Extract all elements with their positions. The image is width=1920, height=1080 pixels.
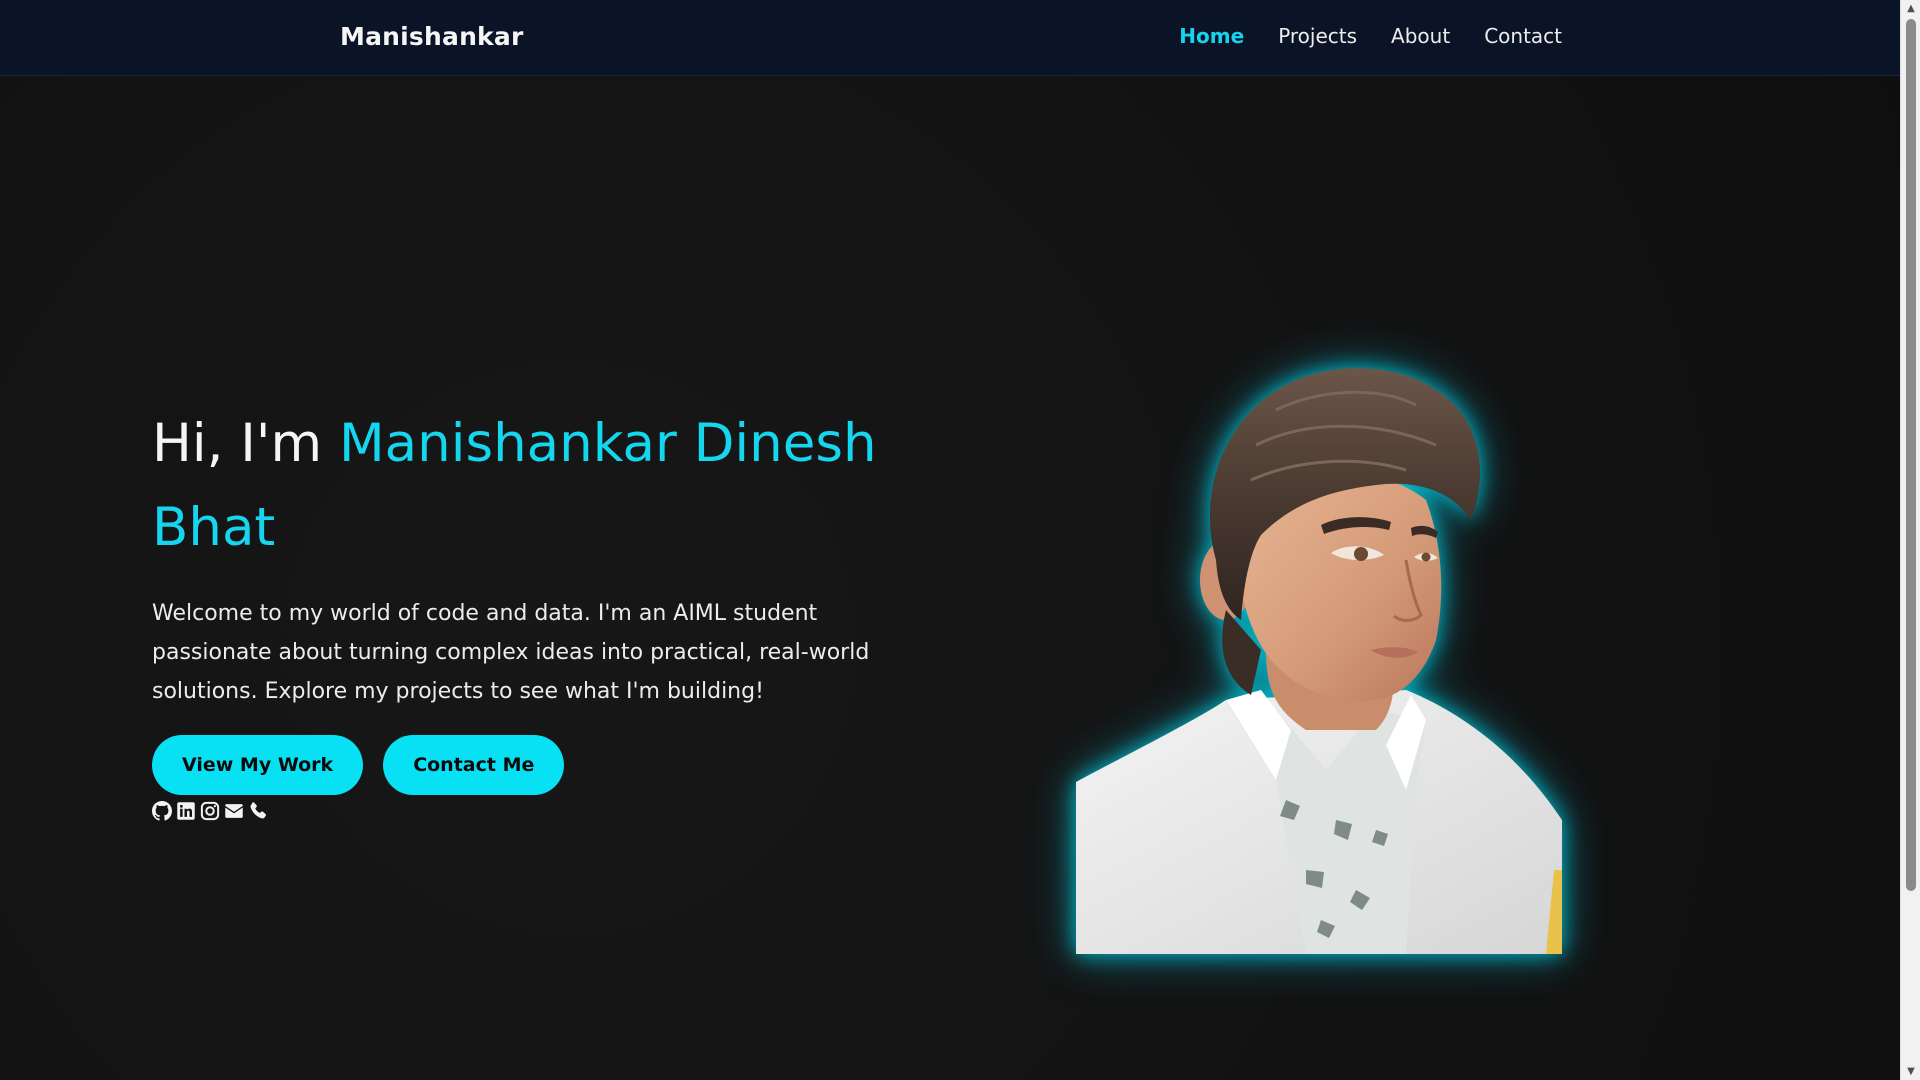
linkedin-icon[interactable] (176, 801, 196, 821)
portrait-illustration (1076, 368, 1562, 954)
contact-me-button[interactable]: Contact Me (383, 735, 565, 795)
nav-link-projects[interactable]: Projects (1278, 24, 1357, 48)
phone-icon[interactable] (248, 801, 268, 821)
instagram-icon[interactable] (200, 801, 220, 821)
nav-link-about[interactable]: About (1391, 24, 1450, 48)
email-icon[interactable] (224, 801, 244, 821)
page: Manishankar Home Projects About Contact … (0, 0, 1900, 1080)
hero-greeting: Hi, I'm (152, 413, 339, 474)
view-my-work-button[interactable]: View My Work (152, 735, 364, 795)
navbar: Manishankar Home Projects About Contact (0, 0, 1900, 76)
github-icon[interactable] (152, 801, 172, 821)
profile-portrait (1076, 350, 1562, 954)
scroll-thumb[interactable] (1906, 19, 1916, 891)
hero-description: Welcome to my world of code and data. I'… (152, 601, 870, 704)
social-links (152, 801, 892, 821)
nav-link-home[interactable]: Home (1179, 24, 1244, 48)
hero-title: Hi, I'm Manishankar Dinesh Bhat (152, 402, 892, 570)
hero-buttons: View My Work Contact Me (152, 735, 892, 795)
scroll-down-arrow-icon[interactable]: ▼ (1901, 1063, 1920, 1080)
hero-section: Hi, I'm Manishankar Dinesh Bhat Welcome … (152, 402, 892, 821)
page-scrollbar[interactable]: ▲ ▼ (1900, 0, 1920, 1080)
scroll-up-arrow-icon[interactable]: ▲ (1901, 0, 1920, 17)
nav-link-contact[interactable]: Contact (1484, 24, 1562, 48)
brand-logo[interactable]: Manishankar (340, 22, 524, 51)
nav-links: Home Projects About Contact (1179, 24, 1562, 48)
